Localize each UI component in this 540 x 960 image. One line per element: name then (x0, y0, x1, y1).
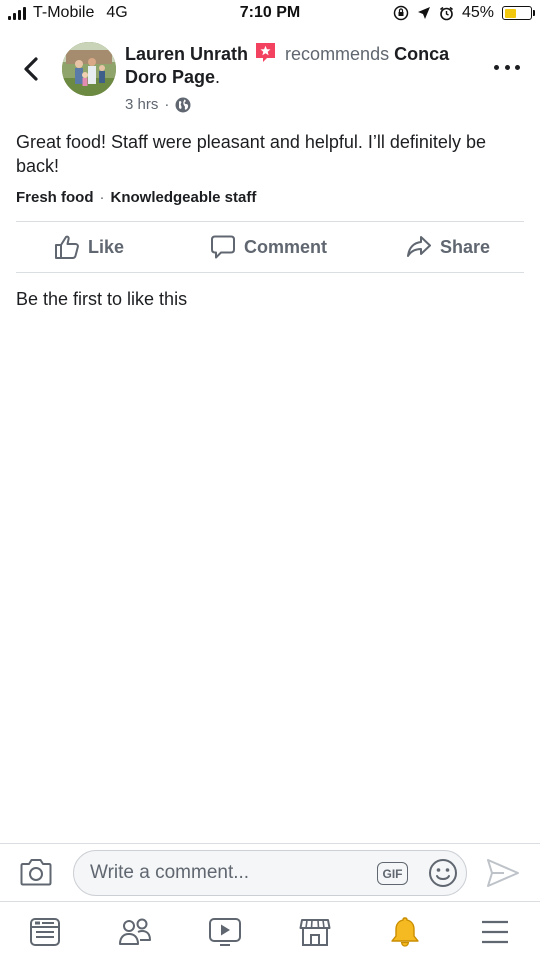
tab-menu[interactable] (478, 915, 512, 949)
battery-icon (502, 6, 535, 20)
chevron-left-icon (24, 57, 38, 81)
tab-watch[interactable] (208, 915, 242, 949)
friends-icon (119, 918, 151, 945)
more-dot-icon (504, 64, 510, 70)
menu-icon (482, 920, 508, 944)
bottom-tab-bar (0, 901, 540, 960)
post-text: Great food! Staff were pleasant and help… (16, 132, 486, 176)
send-button[interactable] (486, 858, 520, 893)
smiley-icon (429, 859, 457, 887)
marketplace-icon (299, 919, 331, 946)
globe-icon (175, 97, 191, 112)
comment-field[interactable]: GIF (73, 850, 467, 896)
comment-composer: GIF (0, 843, 540, 901)
post-options-button[interactable] (494, 58, 520, 76)
meta-separator: · (164, 96, 170, 113)
more-dot-icon (494, 64, 499, 70)
speech-bubble-icon (211, 235, 235, 259)
comment-button[interactable]: Comment (210, 234, 327, 260)
profile-photo (62, 42, 116, 96)
screen-rotation-lock-icon (393, 5, 409, 21)
comment-label: Comment (244, 236, 328, 257)
battery-fill (504, 8, 516, 18)
title-period: . (215, 67, 221, 87)
recommendation-star-icon (256, 43, 276, 62)
post-header: Lauren Unrath recommends Conca Doro Page… (125, 42, 485, 116)
tab-notifications[interactable] (388, 915, 422, 949)
camera-icon (20, 859, 52, 886)
status-bar: T-Mobile 4G 7:10 PM 45% (0, 0, 540, 28)
recommend-verb: recommends (285, 44, 390, 64)
alarm-icon (439, 6, 453, 20)
news-feed-icon (30, 918, 60, 946)
recommendation-tags: Fresh food · Knowledgeable staff (16, 189, 256, 206)
battery-percent: 45% (461, 4, 494, 21)
comment-input[interactable] (90, 859, 370, 887)
tab-friends[interactable] (118, 915, 152, 949)
tab-news-feed[interactable] (28, 915, 62, 949)
camera-button[interactable] (20, 858, 52, 891)
gif-button[interactable]: GIF (377, 862, 408, 885)
status-indicators: 45% (393, 4, 535, 22)
more-dot-icon (515, 64, 520, 70)
share-label: Share (440, 236, 491, 257)
send-arrow-icon (487, 859, 519, 887)
likes-summary: Be the first to like this (16, 289, 188, 309)
notifications-icon (391, 917, 419, 947)
watch-icon (209, 918, 241, 946)
tag-separator: · (99, 189, 105, 206)
thumbs-up-icon (55, 235, 79, 259)
post-actions: Like Comment Share (16, 222, 524, 272)
author-avatar[interactable] (62, 42, 116, 96)
divider (16, 272, 524, 273)
tag-item: Fresh food (16, 189, 94, 206)
tab-marketplace[interactable] (298, 915, 332, 949)
emoji-button[interactable] (428, 858, 458, 893)
back-button[interactable] (16, 52, 46, 86)
author-name[interactable]: Lauren Unrath (125, 44, 248, 64)
like-button[interactable]: Like (54, 234, 124, 260)
post-title: Lauren Unrath recommends Conca Doro Page… (125, 42, 485, 89)
share-button[interactable]: Share (406, 234, 490, 260)
post-timestamp[interactable]: 3 hrs (125, 93, 158, 116)
share-arrow-icon (407, 236, 431, 257)
tag-item: Knowledgeable staff (110, 189, 257, 206)
post-meta: 3 hrs · (125, 93, 485, 116)
like-label: Like (88, 236, 125, 257)
location-arrow-icon (417, 7, 430, 19)
